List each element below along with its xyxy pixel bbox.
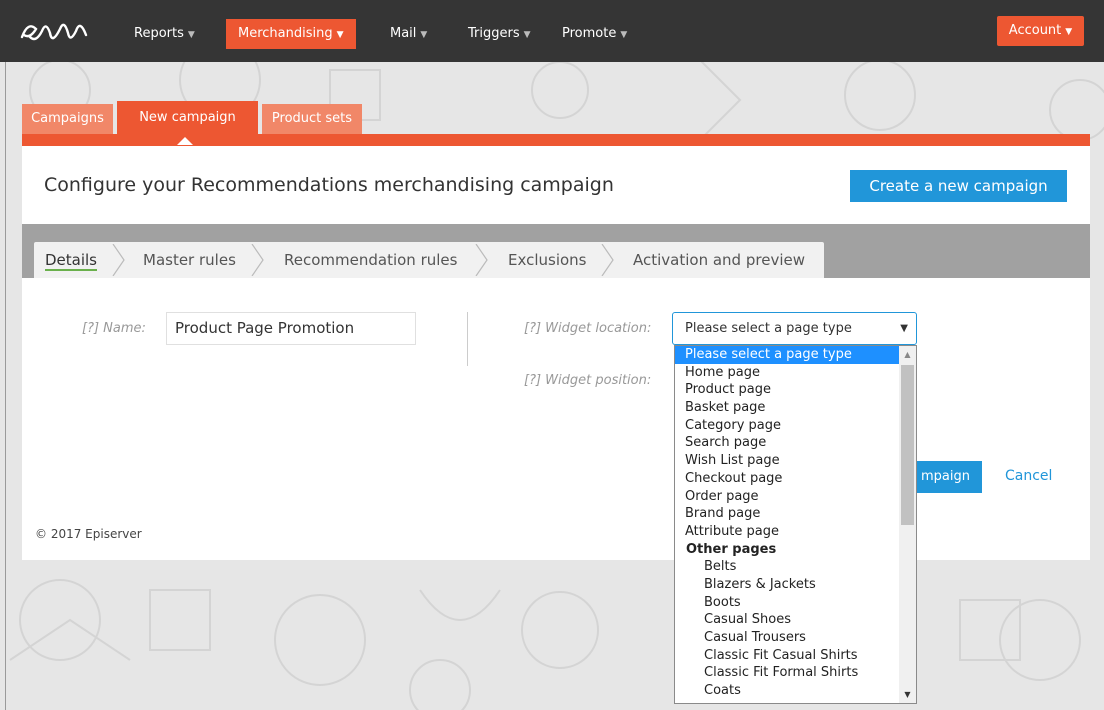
option-classic-fit-casual-shirts[interactable]: Classic Fit Casual Shirts — [675, 647, 916, 665]
option-brand-page[interactable]: Brand page — [675, 505, 916, 523]
option-please-select[interactable]: Please select a page type — [675, 346, 916, 364]
option-casual-shoes[interactable]: Casual Shoes — [675, 611, 916, 629]
nav-triggers[interactable]: Triggers ▼ — [456, 19, 543, 49]
chevron-down-icon: ▼ — [187, 30, 195, 40]
widget-location-dropdown-list[interactable]: Please select a page type Home page Prod… — [674, 345, 917, 704]
chevron-down-icon: ▼ — [523, 30, 531, 40]
option-classic-fit-formal-shirts[interactable]: Classic Fit Formal Shirts — [675, 664, 916, 682]
option-checkout-page[interactable]: Checkout page — [675, 470, 916, 488]
chevron-down-icon: ▼ — [420, 30, 428, 40]
widget-position-label: [?] Widget position: — [524, 373, 652, 388]
option-home-page[interactable]: Home page — [675, 364, 916, 382]
chevron-down-icon: ▼ — [1065, 27, 1073, 37]
chevron-down-icon: ▼ — [620, 30, 628, 40]
name-field[interactable]: Product Page Promotion — [166, 312, 416, 345]
nav-merchandising[interactable]: Merchandising ▼ — [226, 19, 356, 49]
option-casual-trousers[interactable]: Casual Trousers — [675, 629, 916, 647]
scroll-up-icon[interactable]: ▲ — [899, 346, 916, 363]
top-navigation-bar: Reports ▼ Merchandising ▼ Mail ▼ Triggers ▼ … — [0, 0, 1104, 62]
step-separator-icon — [251, 244, 264, 276]
option-attribute-page[interactable]: Attribute page — [675, 523, 916, 541]
option-category-page[interactable]: Category page — [675, 417, 916, 435]
option-belts[interactable]: Belts — [675, 558, 916, 576]
active-step-underline — [45, 269, 98, 271]
wizard-steps: Details Master rules Recommendation rule… — [34, 242, 824, 278]
option-boots[interactable]: Boots — [675, 594, 916, 612]
step-separator-icon — [601, 244, 614, 276]
campaign-panel: Configure your Recommendations merchandi… — [22, 146, 1090, 560]
scroll-down-icon[interactable]: ▼ — [899, 686, 916, 703]
footer-copyright: © 2017 Episerver — [35, 527, 142, 541]
option-blazers-jackets[interactable]: Blazers & Jackets — [675, 576, 916, 594]
option-search-page[interactable]: Search page — [675, 434, 916, 452]
option-coats[interactable]: Coats — [675, 682, 916, 700]
episerver-logo — [20, 23, 88, 41]
name-label: [?] Name: — [82, 321, 146, 336]
step-separator-icon — [112, 244, 125, 276]
form-divider — [467, 312, 468, 366]
nav-mail[interactable]: Mail ▼ — [378, 19, 439, 49]
step-recommendation-rules[interactable]: Recommendation rules — [284, 242, 457, 278]
scrollbar-thumb[interactable] — [901, 365, 914, 525]
tab-product-sets[interactable]: Product sets — [262, 104, 362, 134]
nav-promote[interactable]: Promote ▼ — [550, 19, 639, 49]
step-details[interactable]: Details — [45, 242, 98, 278]
option-basket-page[interactable]: Basket page — [675, 399, 916, 417]
optgroup-other-pages: Other pages — [686, 541, 777, 557]
option-order-page[interactable]: Order page — [675, 488, 916, 506]
tab-new-campaign[interactable]: New campaign — [117, 101, 258, 145]
step-exclusions[interactable]: Exclusions — [508, 242, 587, 278]
nav-reports[interactable]: Reports ▼ — [122, 19, 207, 49]
chevron-down-icon: ▼ — [336, 30, 344, 40]
page-title: Configure your Recommendations merchandi… — [44, 174, 614, 196]
account-button[interactable]: Account ▼ — [997, 16, 1084, 46]
tab-campaigns[interactable]: Campaigns — [22, 104, 113, 134]
option-wish-list-page[interactable]: Wish List page — [675, 452, 916, 470]
dropdown-arrow-icon: ▼ — [900, 323, 908, 334]
widget-location-select[interactable]: Please select a page type ▼ — [672, 312, 917, 345]
create-campaign-button[interactable]: Create a new campaign — [850, 170, 1067, 202]
widget-location-label: [?] Widget location: — [524, 321, 652, 336]
step-separator-icon — [475, 244, 488, 276]
option-product-page[interactable]: Product page — [675, 381, 916, 399]
cancel-link[interactable]: Cancel — [1005, 468, 1052, 484]
step-activation-preview[interactable]: Activation and preview — [633, 242, 805, 278]
tab-notch — [177, 137, 193, 145]
step-master-rules[interactable]: Master rules — [143, 242, 236, 278]
dropdown-scrollbar[interactable]: ▲ ▼ — [899, 346, 916, 703]
